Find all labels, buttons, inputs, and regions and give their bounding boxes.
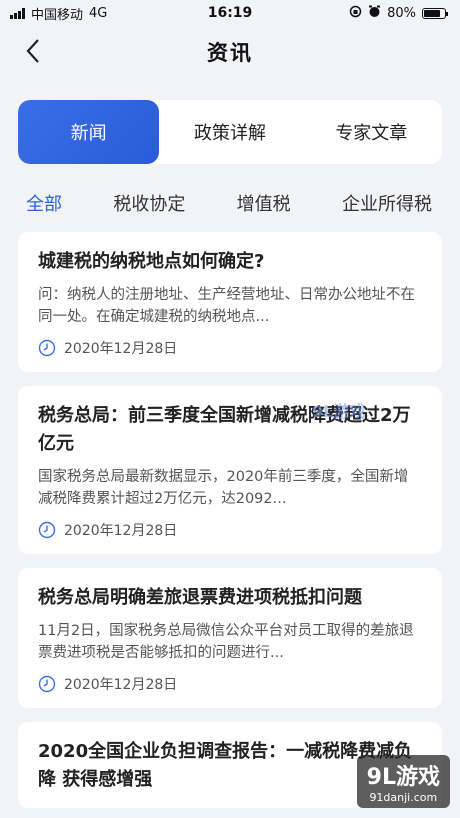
article-date: 2020年12月28日 (64, 677, 178, 693)
status-left: 中国移动 4G (10, 4, 107, 23)
alarm-icon (368, 5, 381, 22)
watermark-logo: 9L游戏 (366, 765, 440, 790)
watermark-url: 91danji.com (369, 791, 438, 804)
article-meta: 2020年12月28日 (38, 674, 422, 694)
article-list: 城建税的纳税地点如何确定? 问：纳税人的注册地址、生产经营地址、日常办公地址不在… (0, 232, 460, 808)
network-type: 4G (89, 5, 108, 21)
signal-icon (10, 7, 25, 19)
tab-expert-articles[interactable]: 专家文章 (301, 100, 442, 164)
category-tabs: 全部 税收协定 增值税 企业所得税 (0, 188, 460, 218)
article-card[interactable]: 城建税的纳税地点如何确定? 问：纳税人的注册地址、生产经营地址、日常办公地址不在… (18, 232, 442, 372)
article-title: 城建税的纳税地点如何确定? (38, 251, 265, 272)
category-tab-all[interactable]: 全部 (26, 190, 62, 216)
category-tab-corporate-income-tax[interactable]: 企业所得税 (342, 190, 432, 216)
ghost-watermark: 9L游戏 (312, 402, 366, 421)
battery-percent: 80% (387, 5, 416, 21)
article-date: 2020年12月28日 (64, 341, 178, 357)
page-title: 资讯 (207, 41, 253, 65)
nav-bar: 资讯 (0, 26, 460, 78)
status-right: 80% (349, 5, 448, 22)
category-tab-vat[interactable]: 增值税 (237, 190, 291, 216)
clock-icon (38, 339, 56, 357)
orientation-lock-icon (349, 5, 362, 22)
clock-icon (38, 675, 56, 693)
battery-icon (422, 7, 448, 19)
carrier-name: 中国移动 (31, 7, 84, 23)
battery-fill (424, 9, 440, 17)
status-bar: 中国移动 4G 16:19 80% (0, 0, 460, 26)
article-meta: 2020年12月28日 (38, 338, 422, 358)
chevron-left-icon[interactable] (18, 36, 48, 66)
article-summary: 11月2日，国家税务总局微信公众平台对员工取得的差旅退票费进项税是否能够抵扣的问… (38, 623, 414, 661)
status-time: 16:19 (207, 5, 253, 21)
article-summary: 问：纳税人的注册地址、生产经营地址、日常办公地址不在同一处。在确定城建税的纳税地… (38, 287, 415, 325)
article-title: 税务总局明确差旅退票费进项税抵扣问题 (38, 587, 362, 608)
site-watermark: 9L游戏 91danji.com (356, 755, 450, 808)
top-tabs: 新闻 政策详解 专家文章 (18, 100, 442, 164)
article-meta: 2020年12月28日 (38, 520, 422, 540)
article-summary: 国家税务总局最新数据显示，2020年前三季度，全国新增减税降费累计超过2万亿元，… (38, 469, 409, 507)
article-date: 2020年12月28日 (64, 523, 178, 539)
article-card[interactable]: 税务总局：前三季度全国新增减税降费超过2万亿元 国家税务总局最新数据显示，202… (18, 386, 442, 554)
article-card[interactable]: 税务总局明确差旅退票费进项税抵扣问题 11月2日，国家税务总局微信公众平台对员工… (18, 568, 442, 708)
tab-policy[interactable]: 政策详解 (159, 100, 300, 164)
clock-icon (38, 521, 56, 539)
category-tab-tax-treaty[interactable]: 税收协定 (113, 190, 185, 216)
tab-news[interactable]: 新闻 (18, 100, 160, 164)
